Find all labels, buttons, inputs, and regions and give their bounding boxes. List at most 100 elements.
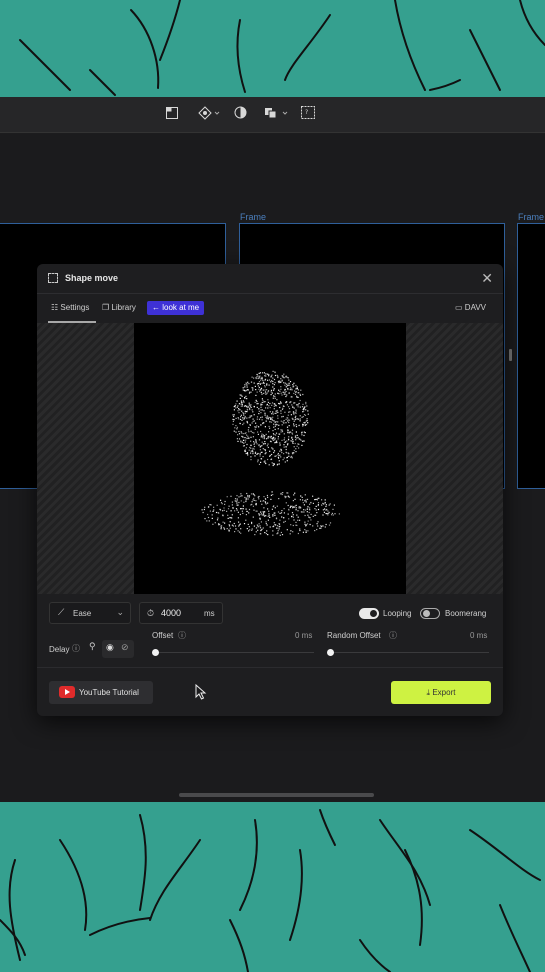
- particle-dot: [224, 503, 226, 505]
- davv-button[interactable]: ▭ DAVV: [455, 303, 486, 312]
- particle-dot: [291, 404, 293, 406]
- particle-dot: [292, 438, 294, 441]
- particle-dot: [286, 376, 288, 378]
- particle-dot: [265, 498, 267, 500]
- particle-dot: [287, 377, 289, 379]
- help-icon[interactable]: ⓘ: [72, 643, 80, 654]
- layers-icon[interactable]: [264, 106, 290, 124]
- particle-dot: [261, 441, 263, 443]
- particle-dot: [222, 521, 224, 523]
- particle-dot: [282, 415, 284, 418]
- particle-dot: [304, 421, 306, 424]
- particle-dot: [250, 440, 252, 442]
- particle-dot: [230, 495, 232, 497]
- particle-dot: [267, 508, 269, 510]
- particle-dot: [244, 496, 246, 499]
- particle-dot: [236, 428, 238, 430]
- looping-toggle[interactable]: [359, 608, 379, 619]
- particle-dot: [281, 534, 284, 536]
- particle-dot: [228, 524, 230, 526]
- particle-dot: [304, 521, 306, 523]
- particle-dot: [321, 499, 323, 501]
- particle-dot: [265, 373, 267, 375]
- particle-dot: [255, 399, 257, 401]
- particle-dot: [307, 410, 309, 412]
- particle-dot: [245, 390, 247, 392]
- particle-dot: [281, 429, 283, 431]
- particle-dot: [312, 495, 314, 497]
- particle-dot: [220, 525, 222, 527]
- particle-dot: [272, 370, 274, 372]
- particle-dot: [250, 430, 252, 432]
- contrast-icon[interactable]: [233, 106, 247, 124]
- particle-dot: [256, 391, 258, 393]
- particle-dot: [278, 528, 280, 530]
- particle-dot: [322, 509, 324, 511]
- particle-dot: [288, 406, 290, 408]
- particle-dot: [260, 521, 262, 523]
- particle-dot: [280, 392, 282, 394]
- frame-right[interactable]: [517, 223, 545, 489]
- tab-library[interactable]: ❐ Library: [102, 303, 136, 312]
- offset-help-icon[interactable]: ⓘ: [178, 630, 186, 641]
- particle-dot: [240, 528, 242, 530]
- particle-dot: [233, 430, 235, 432]
- particle-dot: [299, 399, 301, 402]
- download-icon: ⤓: [426, 688, 431, 697]
- resize-handle[interactable]: [509, 349, 512, 361]
- link-icon[interactable]: ⚲: [89, 641, 96, 652]
- export-button[interactable]: ⤓ Export: [391, 681, 491, 704]
- duration-field[interactable]: ⏱ 4000 ms: [139, 602, 223, 624]
- delay-mode-toggle[interactable]: ◉ ⊘: [102, 640, 134, 658]
- close-icon[interactable]: ✕: [481, 270, 493, 287]
- particle-dot: [304, 494, 306, 496]
- tab-library-label: Library: [111, 303, 136, 312]
- particle-dot: [264, 412, 266, 414]
- particle-dot: [249, 408, 251, 411]
- duration-value[interactable]: 4000: [161, 608, 181, 618]
- random-offset-slider-thumb[interactable]: [327, 649, 334, 656]
- particle-dot: [268, 405, 270, 407]
- particle-dot: [322, 514, 324, 516]
- particle-dot: [254, 534, 256, 536]
- particle-dot: [218, 512, 220, 514]
- particle-dot: [290, 524, 292, 526]
- particle-dot: [246, 411, 248, 413]
- particle-dot: [246, 510, 249, 513]
- offset-slider-thumb[interactable]: [152, 649, 159, 656]
- offset-slider-track[interactable]: [154, 652, 314, 653]
- particle-dot: [250, 456, 252, 458]
- particle-dot: [310, 519, 312, 521]
- boomerang-toggle[interactable]: [420, 608, 440, 619]
- code-icon[interactable]: ?: [300, 106, 316, 124]
- particle-dot: [229, 517, 231, 519]
- random-offset-slider-track[interactable]: [329, 652, 489, 653]
- particle-dot: [295, 439, 297, 441]
- particle-dot: [238, 521, 240, 523]
- particle-dot: [317, 508, 320, 511]
- mouse-cursor-icon: [195, 684, 207, 700]
- random-offset-label: Random Offset: [327, 631, 381, 640]
- particle-dot: [284, 411, 286, 413]
- particle-dot: [257, 403, 259, 405]
- component-icon[interactable]: [197, 106, 223, 124]
- particle-dot: [264, 389, 266, 391]
- random-offset-help-icon[interactable]: ⓘ: [389, 630, 397, 641]
- particle-dot: [220, 499, 222, 501]
- particle-dot: [236, 438, 238, 440]
- particle-dot: [262, 399, 264, 401]
- particle-dot: [274, 439, 276, 441]
- particle-dot: [252, 411, 254, 413]
- ease-select[interactable]: ⟋ Ease ⌄: [49, 602, 131, 624]
- youtube-tutorial-button[interactable]: YouTube Tutorial: [49, 681, 153, 704]
- tab-settings[interactable]: ☷ Settings: [51, 303, 89, 312]
- particle-dot: [303, 504, 305, 506]
- dialog-tabs: ☷ Settings ❐ Library ← look at me ▭ DAVV: [37, 295, 503, 323]
- particle-dot: [283, 521, 285, 523]
- particle-dot: [261, 393, 263, 395]
- particle-dot: [247, 454, 249, 456]
- page-icon[interactable]: [165, 106, 179, 124]
- particle-dot: [303, 408, 305, 411]
- particle-dot: [289, 387, 292, 389]
- particle-dot: [263, 461, 265, 463]
